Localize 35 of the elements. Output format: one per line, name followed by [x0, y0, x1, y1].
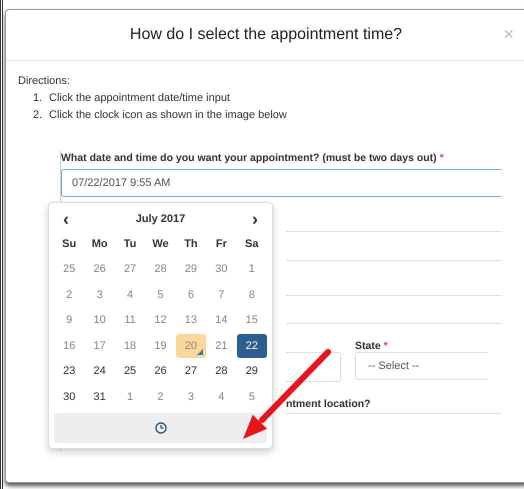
calendar-day[interactable]: 30	[54, 384, 84, 409]
modal-title: How do I select the appointment time?	[130, 26, 402, 44]
previous-month-button[interactable]: ‹	[59, 210, 73, 228]
step-number: 2.	[33, 108, 44, 123]
calendar-day[interactable]: 27	[176, 359, 206, 384]
clock-icon	[154, 422, 166, 434]
calendar-day[interactable]: 22	[236, 334, 267, 358]
weekday-label: Th	[184, 238, 198, 250]
directions-heading: Directions:	[18, 74, 71, 89]
weekday-label: Fr	[216, 238, 227, 250]
state-label: State *	[355, 340, 389, 352]
time-picker-button[interactable]	[54, 412, 267, 442]
weekday-label: Mo	[92, 238, 108, 250]
calendar-day[interactable]: 26	[145, 359, 176, 384]
calendar-day[interactable]: 24	[84, 359, 115, 384]
state-select[interactable]: -- Select --	[355, 352, 488, 380]
calendar-day[interactable]: 28	[206, 359, 236, 384]
date-time-field[interactable]: 07/22/2017 9:55 AM	[61, 169, 501, 197]
calendar-day[interactable]: 23	[54, 359, 84, 384]
weekday-label: Su	[62, 238, 76, 250]
step-text: Click the clock icon as shown in the image below	[49, 108, 287, 123]
step-number: 1.	[33, 91, 44, 106]
next-month-button[interactable]: ›	[248, 210, 262, 228]
weekday-label: We	[152, 238, 169, 250]
calendar-day[interactable]: 31	[84, 384, 115, 409]
weekday-label: Tu	[124, 238, 136, 250]
weekday-label: Sa	[245, 238, 259, 250]
calendar-day[interactable]: 25	[115, 359, 146, 384]
close-button[interactable]: ×	[503, 24, 514, 45]
text-field[interactable]	[286, 352, 341, 382]
step-text: Click the appointment date/time input	[49, 91, 230, 106]
calendar-day[interactable]: 29	[236, 359, 267, 384]
location-label: ntment location?	[286, 398, 372, 411]
field-label: What date and time do you want your appointment? (must be two days out) *	[61, 151, 445, 165]
month-title[interactable]: July 2017	[136, 213, 186, 225]
